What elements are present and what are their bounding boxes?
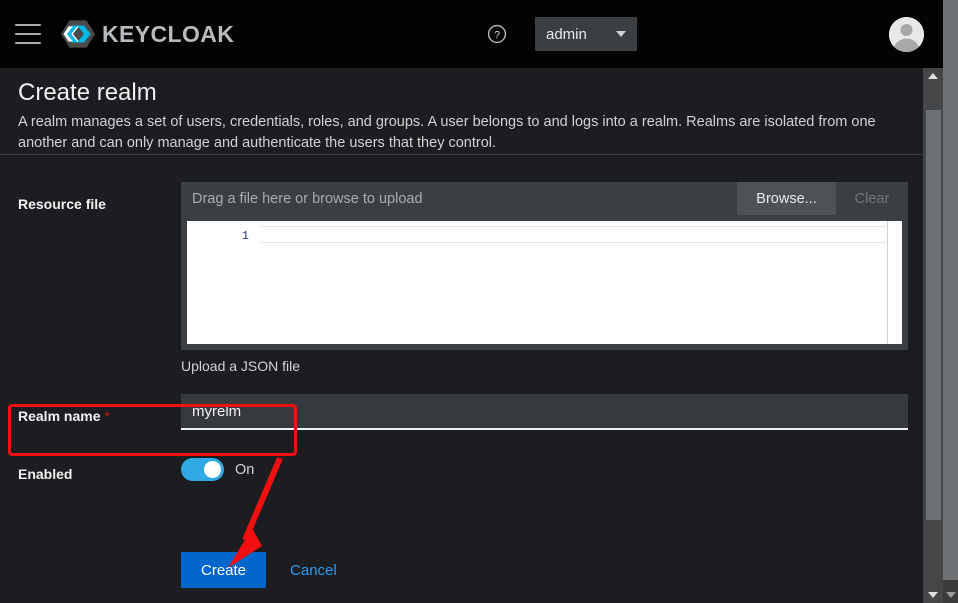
enabled-toggle-cell: On <box>181 452 908 482</box>
file-upload-placeholder: Drag a file here or browse to upload <box>192 190 423 207</box>
editor-line-number: 1 <box>241 229 249 243</box>
user-dropdown[interactable]: admin <box>535 17 637 51</box>
scroll-up-icon[interactable] <box>923 73 943 79</box>
realm-name-input[interactable] <box>181 394 908 430</box>
keycloak-logo-icon <box>61 20 95 48</box>
toggle-knob <box>204 461 221 478</box>
scroll-down-icon[interactable] <box>923 592 943 598</box>
file-upload-bar: Drag a file here or browse to upload Bro… <box>181 182 908 215</box>
inner-scrollbar[interactable] <box>923 68 943 603</box>
user-dropdown-label: admin <box>546 25 587 43</box>
enabled-toggle[interactable] <box>181 458 224 481</box>
realm-name-label: Realm name * <box>0 394 181 430</box>
browse-button[interactable]: Browse... <box>737 182 836 215</box>
avatar[interactable] <box>889 17 924 52</box>
create-button[interactable]: Create <box>181 552 267 588</box>
required-indicator: * <box>104 408 110 424</box>
realm-name-label-text: Realm name <box>18 408 101 424</box>
editor-ruler <box>887 221 888 344</box>
question-circle-icon[interactable]: ? <box>487 24 507 44</box>
caret-down-icon <box>616 31 626 37</box>
editor-gutter: 1 <box>187 221 257 344</box>
hamburger-menu-icon[interactable] <box>15 24 41 44</box>
inner-scrollbar-thumb[interactable] <box>926 110 941 520</box>
page-header: Create realm A realm manages a set of us… <box>0 68 922 155</box>
svg-text:?: ? <box>494 29 500 41</box>
browser-scrollbar[interactable] <box>943 0 958 603</box>
resource-file-helper-text: Upload a JSON file <box>181 358 301 374</box>
user-avatar-icon <box>889 17 924 52</box>
json-editor[interactable]: 1 <box>187 221 902 344</box>
form-actions: Create Cancel <box>181 552 345 588</box>
create-realm-form: Resource file Drag a file here or browse… <box>0 156 922 482</box>
browser-scrollbar-thumb[interactable] <box>943 0 958 580</box>
file-drop-zone[interactable]: Drag a file here or browse to upload <box>181 182 737 215</box>
cancel-button[interactable]: Cancel <box>282 552 345 588</box>
resource-file-label: Resource file <box>18 196 106 212</box>
enabled-label: Enabled <box>18 466 73 482</box>
form-row-enabled: Enabled On <box>0 444 922 482</box>
page-description: A realm manages a set of users, credenti… <box>18 114 876 151</box>
keycloak-admin-console: KEYCLOAK ? admin Create realm A realm ma… <box>0 0 958 603</box>
brand-name: KEYCLOAK <box>102 20 235 47</box>
clear-button[interactable]: Clear <box>836 182 908 215</box>
json-editor-container: 1 <box>181 215 908 350</box>
page-title: Create realm <box>18 79 157 106</box>
brand-logo-link[interactable]: KEYCLOAK <box>61 17 234 51</box>
browser-scroll-down-icon[interactable] <box>943 592 958 598</box>
editor-active-line[interactable] <box>261 226 886 243</box>
form-row-resource-file: Resource file Drag a file here or browse… <box>0 156 922 374</box>
file-upload-field: Drag a file here or browse to upload Bro… <box>181 182 908 374</box>
form-row-realm-name: Realm name * <box>0 394 922 430</box>
masthead: KEYCLOAK ? admin <box>0 0 958 68</box>
enabled-toggle-state: On <box>235 461 255 478</box>
realm-name-input-cell <box>181 394 908 430</box>
